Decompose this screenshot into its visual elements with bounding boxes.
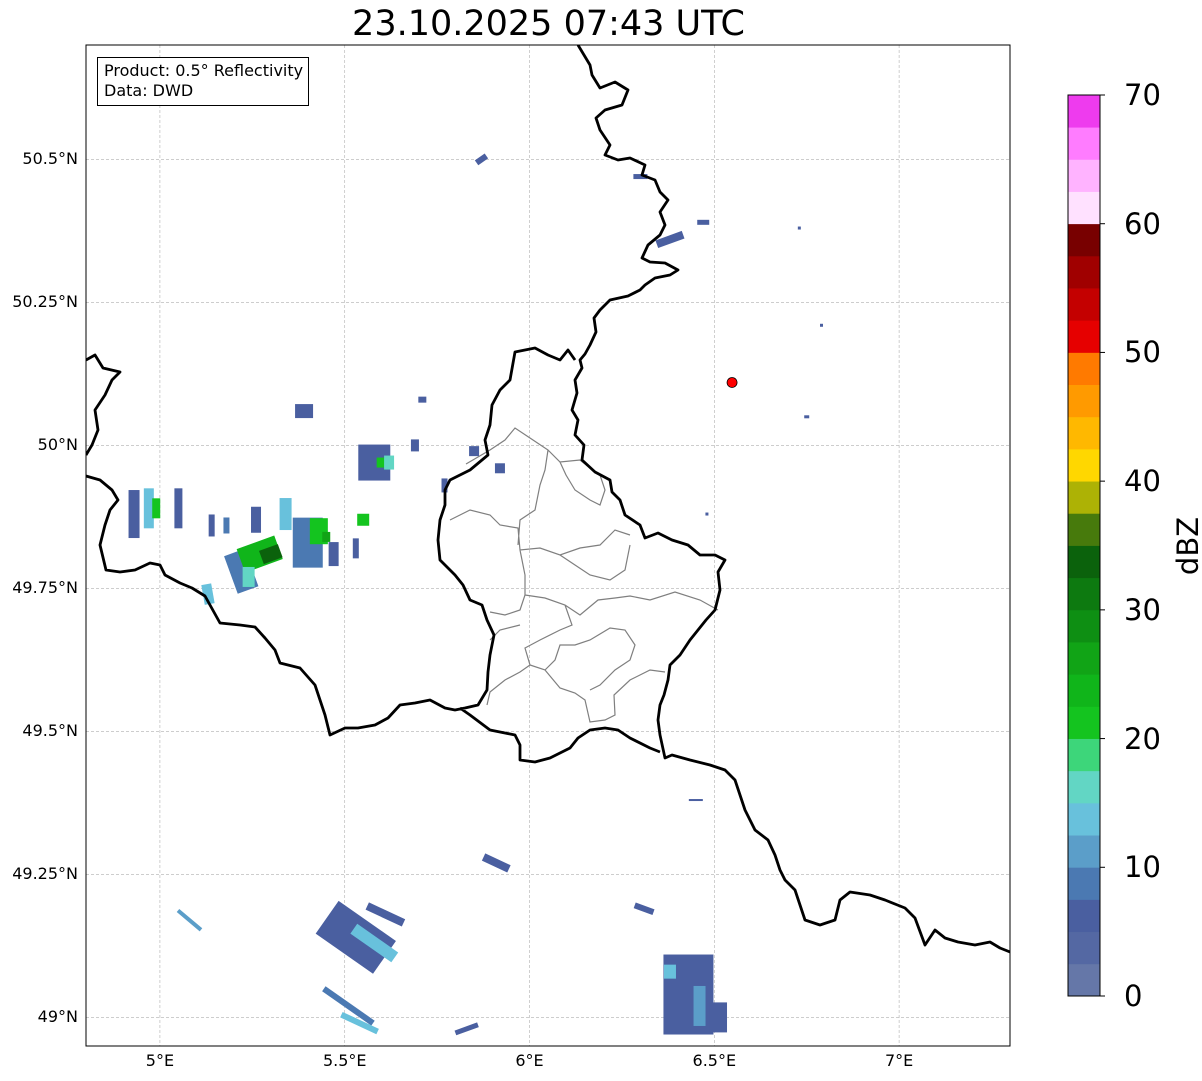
lat-tick-label: 50.25°N (12, 292, 78, 312)
luxembourg-canton-boundaries (449, 427, 719, 723)
radar-site-layer (726, 377, 738, 388)
info-data-line: Data: DWD (104, 81, 194, 100)
radar-echo (663, 964, 676, 979)
radar-echo (352, 538, 359, 559)
colorbar-segment (1068, 481, 1100, 514)
colorbar-tick-label: 30 (1124, 592, 1161, 627)
radar-echo (454, 1022, 479, 1036)
radar-echo (279, 498, 292, 531)
radar-echo (709, 1002, 728, 1033)
colorbar-segment (1068, 448, 1100, 482)
lon-tick-label: 6.5°E (692, 1051, 737, 1070)
colorbar-tick-label: 50 (1124, 335, 1161, 370)
lon-tick-label: 5°E (145, 1051, 175, 1070)
colorbar-segment (1068, 288, 1100, 321)
lon-tick-label: 5.5°E (322, 1051, 367, 1070)
lon-tick-label: 7°E (884, 1051, 914, 1070)
radar-echo (820, 323, 824, 327)
radar-echo (474, 153, 489, 166)
radar-echo (322, 531, 331, 542)
radar-echo (410, 439, 419, 452)
colorbar-segment (1068, 384, 1100, 418)
radar-echo (384, 455, 395, 470)
lat-tick-label: 49°N (37, 1007, 78, 1027)
radar-echo (469, 446, 480, 457)
radar-echo (693, 985, 706, 1026)
map-canvas (85, 44, 1105, 1047)
colorbar-segment (1068, 159, 1100, 192)
colorbar-segment (1068, 867, 1100, 900)
colorbar-tick-label: 70 (1124, 78, 1161, 112)
colorbar-segment (1068, 802, 1100, 836)
colorbar-tick-label: 20 (1124, 721, 1161, 756)
colorbar-segment (1068, 320, 1100, 353)
radar-echo (688, 799, 703, 802)
radar-echo (128, 490, 140, 539)
radar-echo (223, 517, 230, 534)
radar-echo (481, 853, 511, 873)
radar-echo (697, 219, 710, 225)
radar-echo (208, 514, 215, 537)
radar-echo (705, 512, 709, 516)
radar-echo (365, 902, 406, 927)
colorbar-segment (1068, 674, 1100, 707)
radar-echo (251, 506, 262, 533)
info-product-line: Product: 0.5° Reflectivity (104, 61, 304, 80)
radar-echo (357, 513, 370, 526)
radar-echo (152, 498, 161, 519)
radar-echo (295, 404, 314, 419)
colorbar-segment (1068, 931, 1100, 965)
radar-echo (176, 908, 203, 932)
lat-tick-label: 49.75°N (12, 578, 78, 598)
colorbar-tick-label: 10 (1124, 850, 1161, 885)
colorbar-segment (1068, 770, 1100, 804)
radar-echo (328, 542, 339, 567)
colorbar-segment (1068, 642, 1100, 675)
colorbar-segment (1068, 95, 1100, 128)
colorbar-segment (1068, 191, 1100, 225)
radar-echo (797, 226, 801, 230)
colorbar-segment (1068, 963, 1100, 997)
border-layer (86, 45, 1010, 954)
radar-site-marker (726, 377, 738, 388)
lat-tick-label: 49.25°N (12, 864, 78, 884)
lat-tick-label: 50.5°N (22, 149, 78, 169)
colorbar-tick-label: 60 (1124, 206, 1161, 241)
radar-echo (494, 463, 505, 474)
colorbar-segment (1068, 255, 1100, 289)
national-borders (86, 45, 1010, 954)
colorbar-segment (1068, 899, 1100, 933)
radar-echo (174, 488, 183, 529)
lat-tick-label: 49.5°N (22, 721, 78, 741)
colorbar-segment (1068, 127, 1100, 160)
radar-echo (804, 415, 810, 419)
lon-tick-label: 6°E (515, 1051, 544, 1070)
colorbar-tick-label: 0 (1124, 979, 1143, 1013)
colorbar-segment (1068, 223, 1100, 257)
colorbar-segment (1068, 835, 1100, 868)
radar-echo (242, 566, 255, 587)
radar-echo (633, 902, 655, 915)
colorbar-segment (1068, 513, 1100, 546)
colorbar-segment (1068, 706, 1100, 739)
lat-tick-label: 50°N (37, 435, 78, 455)
colorbar-segment (1068, 352, 1100, 386)
info-box: Product: 0.5° Reflectivity Data: DWD (97, 57, 310, 106)
colorbar-segment (1068, 738, 1100, 772)
colorbar-segment (1068, 545, 1100, 579)
colorbar-segment (1068, 577, 1100, 611)
colorbar-label: dBZ (1171, 516, 1202, 576)
colorbar (1067, 94, 1105, 997)
colorbar-segment (1068, 609, 1100, 643)
radar-echo (418, 396, 427, 403)
colorbar-segment (1068, 416, 1100, 450)
colorbar-tick-label: 40 (1124, 464, 1161, 499)
